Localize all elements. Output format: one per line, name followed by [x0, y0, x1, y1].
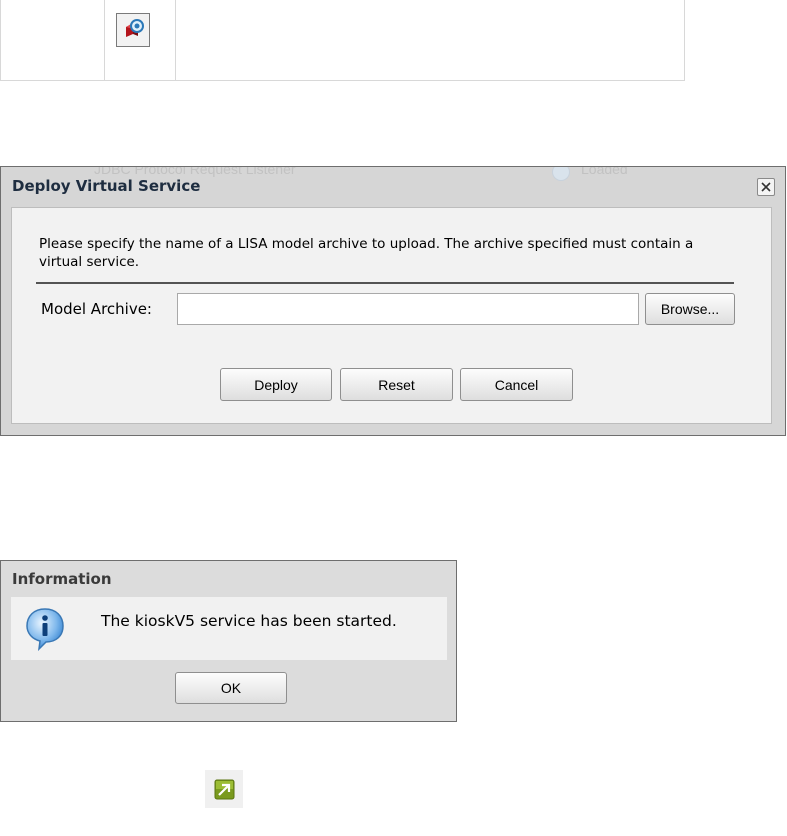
background-row-status: Loaded: [581, 166, 628, 177]
divider: [36, 282, 734, 284]
background-status-icon: [552, 167, 570, 181]
instructions-text: Please specify the name of a LISA model …: [39, 236, 694, 270]
close-icon: [761, 182, 771, 192]
deploy-button[interactable]: Deploy: [220, 368, 332, 401]
reset-button[interactable]: Reset: [340, 368, 453, 401]
info-icon: [26, 608, 64, 651]
info-dialog-title: Information: [12, 570, 112, 588]
information-dialog: Information The kioskV5 service has been…: [0, 560, 457, 722]
table-cell-empty: [1, 0, 105, 80]
dialog-body: Please specify the name of a LISA model …: [11, 207, 772, 424]
close-button[interactable]: [757, 178, 775, 196]
ok-button[interactable]: OK: [175, 672, 287, 704]
background-row-name: JDBC Protocol Request Listener: [94, 166, 296, 177]
table-cell-icon: [105, 0, 176, 80]
toolbar-table: [0, 0, 685, 81]
table-cell-blank: [176, 0, 684, 80]
launch-arrow-icon[interactable]: [205, 770, 243, 808]
browse-button[interactable]: Browse...: [645, 293, 735, 325]
cancel-button[interactable]: Cancel: [460, 368, 573, 401]
info-message: The kioskV5 service has been started.: [101, 612, 397, 630]
model-archive-label: Model Archive:: [41, 300, 152, 318]
deploy-virtual-service-dialog: JDBC Protocol Request Listener Loaded De…: [0, 166, 786, 436]
deploy-virtual-service-icon[interactable]: [116, 13, 150, 47]
model-archive-input[interactable]: [177, 293, 639, 325]
info-dialog-body: The kioskV5 service has been started.: [11, 597, 447, 660]
dialog-title: Deploy Virtual Service: [12, 177, 201, 195]
